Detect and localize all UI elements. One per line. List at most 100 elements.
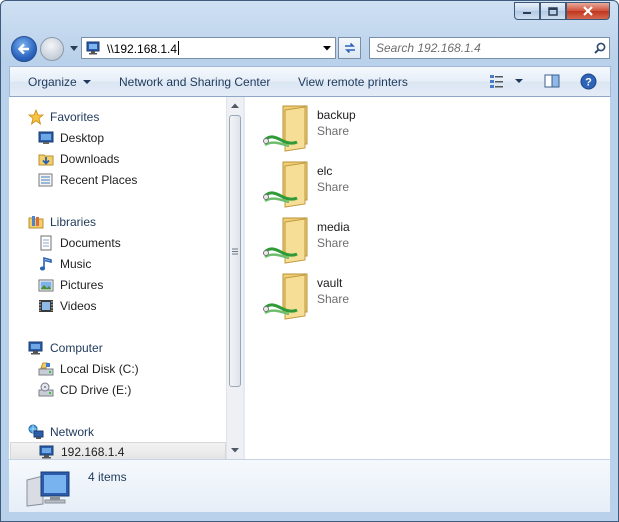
network-icon: [28, 424, 44, 440]
command-bar: Organize Network and Sharing Center View…: [9, 66, 611, 97]
videos-icon: [38, 298, 54, 314]
nav-computer[interactable]: Computer: [28, 338, 103, 358]
pictures-icon: [38, 277, 54, 293]
downloads-icon: [38, 151, 54, 167]
local-disk-icon: [38, 361, 54, 377]
music-icon: [38, 256, 54, 272]
share-type: Share: [317, 292, 350, 306]
nav-item-music[interactable]: Music: [38, 254, 91, 274]
nav-item-desktop[interactable]: Desktop: [38, 128, 104, 148]
nav-item-192-168-1-4[interactable]: 192.168.1.4: [10, 442, 226, 459]
nav-item-label: 192.168.1.4: [61, 445, 125, 459]
chevron-up-icon: [231, 103, 239, 108]
search-icon[interactable]: [591, 42, 609, 54]
nav-network[interactable]: Network: [28, 422, 94, 442]
nav-item-label: Local Disk (C:): [60, 362, 139, 376]
navigation-pane: Favorites Desktop Downloads Recent Place…: [9, 97, 243, 459]
recent-pages-dropdown[interactable]: [69, 45, 79, 53]
share-type: Share: [317, 124, 350, 138]
nav-item-label: Videos: [60, 299, 97, 313]
close-icon: [583, 6, 593, 16]
search-box[interactable]: [369, 37, 610, 59]
nav-item-downloads[interactable]: Downloads: [38, 149, 119, 169]
nav-item-documents[interactable]: Documents: [38, 233, 121, 253]
refresh-icon: [344, 42, 355, 54]
chevron-down-icon: [515, 79, 523, 83]
documents-icon: [38, 235, 54, 251]
address-bar[interactable]: \\192.168.1.4: [81, 37, 336, 59]
desktop-icon: [38, 130, 54, 146]
chevron-down-icon: [231, 448, 239, 453]
refresh-button[interactable]: [338, 37, 361, 59]
nav-libraries[interactable]: Libraries: [28, 212, 96, 232]
share-name: backup: [317, 108, 356, 122]
share-item-elc[interactable]: elc Share: [263, 160, 463, 212]
shared-folder-icon: [263, 217, 308, 264]
nav-libraries-label: Libraries: [50, 215, 97, 229]
preview-pane-icon: [544, 74, 560, 88]
nav-pane-scrollbar[interactable]: [226, 97, 243, 459]
shared-folder-icon: [263, 161, 308, 208]
caption-buttons: [514, 2, 610, 20]
scroll-thumb[interactable]: [229, 115, 241, 387]
back-button[interactable]: [11, 36, 37, 62]
close-button[interactable]: [566, 2, 610, 20]
nav-item-label: Desktop: [60, 131, 105, 145]
share-item-vault[interactable]: vault Share: [263, 272, 463, 324]
nav-item-label: Downloads: [60, 152, 120, 166]
share-type: Share: [317, 180, 350, 194]
details-pane: 4 items: [9, 459, 610, 512]
share-name: vault: [317, 276, 343, 290]
computer-icon: [28, 340, 44, 356]
nav-item-videos[interactable]: Videos: [38, 296, 96, 316]
nav-item-label: Music: [60, 257, 92, 271]
nav-item-label: Recent Places: [60, 173, 138, 187]
view-details-icon: [490, 75, 503, 88]
network-sharing-center-button[interactable]: Network and Sharing Center: [119, 75, 270, 89]
nav-item-label: CD Drive (E:): [60, 383, 132, 397]
nav-item-label: Pictures: [60, 278, 104, 292]
search-input[interactable]: [376, 41, 591, 55]
view-remote-printers-button[interactable]: View remote printers: [298, 75, 408, 89]
network-computer-icon: [26, 471, 70, 507]
shared-folder-icon: [263, 105, 308, 152]
item-count: 4 items: [88, 470, 127, 484]
share-item-media[interactable]: media Share: [263, 216, 463, 268]
navigation-buttons: [9, 34, 69, 62]
change-view-button[interactable]: [489, 73, 523, 89]
address-path[interactable]: \\192.168.1.4: [107, 40, 180, 56]
nav-network-label: Network: [50, 425, 95, 439]
forward-button[interactable]: [40, 37, 64, 61]
nav-favorites-label: Favorites: [50, 110, 100, 124]
share-type: Share: [317, 236, 350, 250]
shared-folder-icon: [263, 273, 308, 320]
file-list: backup Share elc Share media Share vault…: [245, 97, 610, 459]
maximize-button[interactable]: [540, 2, 566, 20]
help-button[interactable]: ?: [580, 73, 597, 90]
help-icon: ?: [580, 73, 597, 90]
minimize-button[interactable]: [514, 2, 540, 20]
nav-item-cd-drive[interactable]: CD Drive (E:): [38, 380, 131, 400]
arrow-left-icon: [17, 43, 29, 55]
grip-icon: [232, 248, 238, 254]
nav-item-label: Documents: [60, 236, 121, 250]
nav-item-local-disk[interactable]: Local Disk (C:): [38, 359, 139, 379]
share-item-backup[interactable]: backup Share: [263, 104, 463, 156]
nav-favorites[interactable]: Favorites: [28, 107, 99, 127]
preview-pane-button[interactable]: [544, 73, 560, 89]
scroll-up-button[interactable]: [227, 97, 243, 114]
scroll-down-button[interactable]: [227, 442, 243, 459]
nav-item-pictures[interactable]: Pictures: [38, 275, 103, 295]
chevron-down-icon: [323, 45, 331, 50]
organize-menu[interactable]: Organize: [28, 75, 91, 89]
nav-computer-label: Computer: [50, 341, 103, 355]
network-computer-icon: [86, 41, 100, 55]
address-history-dropdown[interactable]: [319, 38, 335, 58]
recent-places-icon: [38, 172, 54, 188]
share-name: media: [317, 220, 350, 234]
nav-item-recent-places[interactable]: Recent Places: [38, 170, 137, 190]
maximize-icon: [548, 6, 558, 16]
libraries-icon: [28, 214, 44, 230]
cd-drive-icon: [38, 382, 54, 398]
star-icon: [28, 109, 44, 125]
